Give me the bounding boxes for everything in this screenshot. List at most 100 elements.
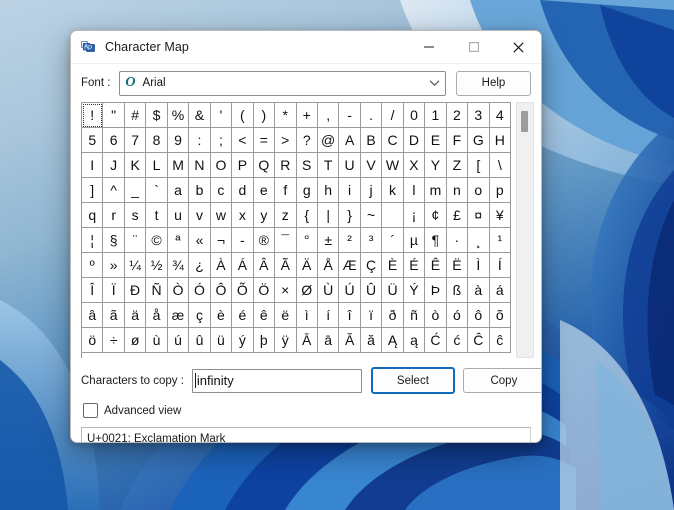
character-cell[interactable]: æ: [167, 303, 190, 328]
character-cell[interactable]: È: [382, 253, 404, 278]
character-cell[interactable]: 5: [82, 128, 104, 153]
character-cell[interactable]: {: [296, 203, 318, 228]
character-cell[interactable]: ´: [382, 228, 404, 253]
character-cell[interactable]: ă: [360, 328, 383, 353]
character-grid[interactable]: ! " # $% & '() * +, -./0 1 2 3 4 5 6 7 8 9:; < = >? @ A B C D E F G H…: [81, 102, 511, 358]
character-cell[interactable]: ¨: [124, 228, 147, 253]
character-cell[interactable]: H: [489, 128, 511, 153]
character-cell[interactable]: ó: [446, 303, 469, 328]
character-cell[interactable]: ð: [382, 303, 404, 328]
character-cell[interactable]: Ý: [403, 278, 426, 303]
character-cell[interactable]: ¶: [425, 228, 447, 253]
character-cell[interactable]: ): [253, 103, 276, 128]
character-cell[interactable]: `: [146, 178, 168, 203]
character-cell[interactable]: í: [317, 303, 340, 328]
character-cell[interactable]: Ã: [275, 253, 297, 278]
character-cell[interactable]: d: [232, 178, 254, 203]
character-cell[interactable]: Ï: [103, 278, 125, 303]
character-cell[interactable]: ": [103, 103, 125, 128]
character-cell[interactable]: ø: [124, 328, 147, 353]
character-cell[interactable]: Ą: [382, 328, 404, 353]
character-cell[interactable]: ¡: [403, 203, 426, 228]
character-cell[interactable]: ½: [146, 253, 168, 278]
close-button[interactable]: [496, 32, 541, 63]
character-cell[interactable]: +: [296, 103, 318, 128]
character-cell[interactable]: Y: [425, 153, 447, 178]
character-cell[interactable]: ā: [317, 328, 340, 353]
character-cell[interactable]: a: [167, 178, 190, 203]
character-cell[interactable]: [: [468, 153, 490, 178]
character-cell[interactable]: x: [232, 203, 254, 228]
character-cell[interactable]: Z: [446, 153, 469, 178]
character-cell[interactable]: ù: [146, 328, 168, 353]
character-cell[interactable]: Ă: [339, 328, 361, 353]
character-cell[interactable]: $: [146, 103, 168, 128]
character-cell[interactable]: /: [382, 103, 404, 128]
character-cell[interactable]: Ñ: [146, 278, 168, 303]
character-cell[interactable]: Ā: [296, 328, 318, 353]
character-cell[interactable]: ¿: [189, 253, 211, 278]
character-cell[interactable]: ç: [189, 303, 211, 328]
character-cell[interactable]: Ø: [296, 278, 318, 303]
character-cell[interactable]: ¦: [82, 228, 104, 253]
character-cell[interactable]: @: [317, 128, 340, 153]
character-cell[interactable]: Ù: [317, 278, 340, 303]
character-cell[interactable]: ë: [275, 303, 297, 328]
character-cell[interactable]: .: [360, 103, 383, 128]
character-cell[interactable]: t: [146, 203, 168, 228]
character-cell[interactable]: ê: [253, 303, 276, 328]
character-cell[interactable]: ©: [146, 228, 168, 253]
character-cell[interactable]: Ç: [360, 253, 383, 278]
character-cell[interactable]: N: [189, 153, 211, 178]
character-cell[interactable]: ¢: [425, 203, 447, 228]
character-cell[interactable]: -: [339, 103, 361, 128]
character-cell[interactable]: \: [489, 153, 511, 178]
character-cell[interactable]: Ó: [189, 278, 211, 303]
character-cell[interactable]: !: [82, 103, 104, 128]
character-cell[interactable]: Ð: [124, 278, 147, 303]
character-cell[interactable]: Ô: [210, 278, 233, 303]
character-cell[interactable]: g: [296, 178, 318, 203]
character-cell[interactable]: E: [425, 128, 447, 153]
character-cell[interactable]: #: [124, 103, 147, 128]
character-cell[interactable]: ÿ: [275, 328, 297, 353]
character-cell[interactable]: ¯: [275, 228, 297, 253]
character-cell[interactable]: ¤: [468, 203, 490, 228]
character-cell[interactable]: Å: [317, 253, 340, 278]
character-cell[interactable]: «: [189, 228, 211, 253]
character-cell[interactable]: ×: [275, 278, 297, 303]
character-cell[interactable]: ą: [403, 328, 426, 353]
character-cell[interactable]: m: [425, 178, 447, 203]
character-cell[interactable]: &: [189, 103, 211, 128]
character-cell[interactable]: >: [275, 128, 297, 153]
character-cell[interactable]: B: [360, 128, 383, 153]
character-cell[interactable]: Ë: [446, 253, 469, 278]
character-cell[interactable]: ®: [253, 228, 276, 253]
character-cell[interactable]: C: [382, 128, 404, 153]
character-cell[interactable]: ·: [446, 228, 469, 253]
character-cell[interactable]: <: [232, 128, 254, 153]
titlebar[interactable]: A P Character Map: [71, 31, 541, 64]
character-cell[interactable]: ¼: [124, 253, 147, 278]
character-cell[interactable]: =: [253, 128, 276, 153]
character-cell[interactable]: ÷: [103, 328, 125, 353]
font-select[interactable]: O Arial: [119, 70, 446, 96]
character-cell[interactable]: £: [446, 203, 469, 228]
select-button[interactable]: Select: [370, 367, 455, 394]
character-cell[interactable]: ß: [446, 278, 469, 303]
character-cell[interactable]: á: [489, 278, 511, 303]
character-cell[interactable]: Þ: [425, 278, 447, 303]
character-cell[interactable]: ñ: [403, 303, 426, 328]
character-cell[interactable]: ¸: [468, 228, 490, 253]
character-cell[interactable]: k: [382, 178, 404, 203]
character-cell[interactable]: e: [253, 178, 276, 203]
character-cell[interactable]: G: [468, 128, 490, 153]
character-cell[interactable]: É: [403, 253, 426, 278]
character-cell[interactable]: ô: [468, 303, 490, 328]
character-cell[interactable]: 7: [124, 128, 147, 153]
character-cell[interactable]: Ì: [468, 253, 490, 278]
character-cell[interactable]: q: [82, 203, 104, 228]
character-cell[interactable]: â: [82, 303, 104, 328]
character-cell[interactable]: I: [82, 153, 104, 178]
character-cell[interactable]: Ò: [167, 278, 190, 303]
